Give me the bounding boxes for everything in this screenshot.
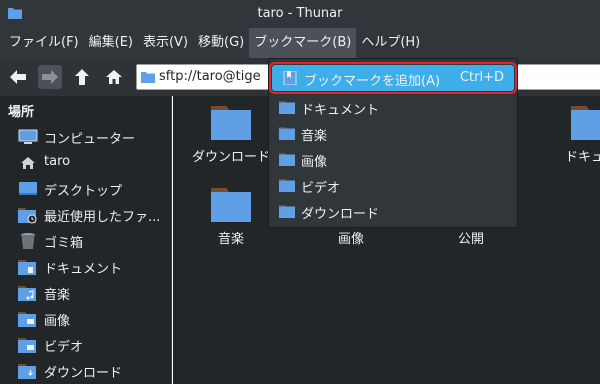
file-item[interactable]: ドキュメ [543,104,600,174]
folder-remote-icon [141,72,155,83]
sidebar-item-label: 画像 [44,314,71,329]
sidebar-item-trash[interactable]: ゴミ箱 [0,228,172,254]
file-label: ダウンロード [191,150,270,165]
bookmarks-menu: ブックマークを追加(A) Ctrl+D ドキュメント 音楽 画像 ビデオ ダウン… [268,58,518,228]
sidebar-item-desktop[interactable]: デスクトップ [0,176,172,202]
sidebar-item-computer[interactable]: コンピューター [0,124,172,150]
home-icon [106,70,122,84]
bookmark-label: 音楽 [301,129,328,144]
bookmark-item-downloads[interactable]: ダウンロード [269,198,517,224]
add-bookmark-shortcut: Ctrl+D [459,70,504,85]
sidebar-section-places: 場所 [8,105,35,120]
sidebar: 場所 コンピューター taro デスクトップ 最近使用したファ... ゴミ箱 ド… [0,96,172,384]
arrow-right-icon [42,70,58,84]
sidebar-item-recent[interactable]: 最近使用したファ... [0,202,172,228]
menu-bookmarks[interactable]: ブックマーク(B) [249,28,357,58]
sidebar-item-downloads[interactable]: ダウンロード [0,358,172,384]
bookmark-item-videos[interactable]: ビデオ [269,172,517,198]
downloads-folder-icon [18,364,36,379]
menu-file[interactable]: ファイル(F) [4,28,84,58]
sidebar-item-label: 最近使用したファ... [44,210,161,225]
up-button[interactable] [70,65,94,89]
file-label: 音楽 [217,232,244,247]
music-folder-icon [279,127,295,140]
menu-edit[interactable]: 編集(E) [84,28,138,58]
bookmark-item-pictures[interactable]: 画像 [269,146,517,172]
menu-bar: ファイル(F) 編集(E) 表示(V) 移動(G) ブックマーク(B) ヘルプ(… [0,28,600,58]
window-title: taro - Thunar [257,6,343,21]
file-item[interactable]: 音楽 [183,186,279,256]
home-icon [21,157,35,169]
file-item[interactable]: ダウンロード [183,104,279,174]
bookmark-label: ドキュメント [301,103,380,118]
title-bar: taro - Thunar [0,0,600,28]
sidebar-item-home[interactable]: taro [0,150,172,176]
location-text: sftp://taro@tige [159,69,261,84]
bookmark-label: ダウンロード [301,207,380,222]
music-folder-icon [18,286,36,301]
forward-button[interactable] [38,65,62,89]
menu-go[interactable]: 移動(G) [193,28,249,58]
bookmark-item-music[interactable]: 音楽 [269,120,517,146]
back-button[interactable] [6,65,30,89]
sidebar-item-videos[interactable]: ビデオ [0,332,172,358]
folder-icon [211,106,251,140]
bookmark-item-documents[interactable]: ドキュメント [269,94,517,120]
downloads-folder-icon [279,205,295,218]
file-label: ドキュメ [564,150,600,165]
arrow-up-icon [75,69,89,85]
sidebar-item-pictures[interactable]: 画像 [0,306,172,332]
menu-help[interactable]: ヘルプ(H) [356,28,425,58]
sidebar-item-label: コンピューター [44,132,136,147]
sidebar-item-label: ダウンロード [44,366,123,381]
videos-folder-icon [18,338,36,353]
sidebar-item-label: ビデオ [44,340,84,355]
sidebar-item-label: taro [44,154,71,169]
pictures-folder-icon [18,312,36,327]
sidebar-item-label: ゴミ箱 [44,236,84,251]
documents-folder-icon [18,260,36,275]
computer-icon [18,129,38,144]
file-label: 画像 [337,232,364,247]
home-button[interactable] [102,65,126,89]
file-label: 公開 [457,232,484,247]
arrow-left-icon [10,70,26,84]
sidebar-item-label: ドキュメント [44,262,123,277]
bookmark-add-icon [283,71,297,85]
sidebar-item-label: 音楽 [44,288,71,303]
add-bookmark-label: ブックマークを追加(A) [304,74,441,89]
sidebar-item-documents[interactable]: ドキュメント [0,254,172,280]
folder-icon [211,188,251,222]
sidebar-item-label: デスクトップ [44,184,123,199]
videos-folder-icon [279,179,295,192]
desktop-icon [19,182,37,195]
menu-view[interactable]: 表示(V) [138,28,193,58]
trash-icon [21,233,35,249]
add-bookmark-item[interactable]: ブックマークを追加(A) Ctrl+D [269,62,517,94]
folder-icon [571,106,600,140]
documents-folder-icon [279,101,295,114]
bookmark-label: ビデオ [301,181,341,196]
pictures-folder-icon [279,153,295,166]
sidebar-item-music[interactable]: 音楽 [0,280,172,306]
bookmark-label: 画像 [301,155,328,170]
recent-icon [18,208,37,224]
